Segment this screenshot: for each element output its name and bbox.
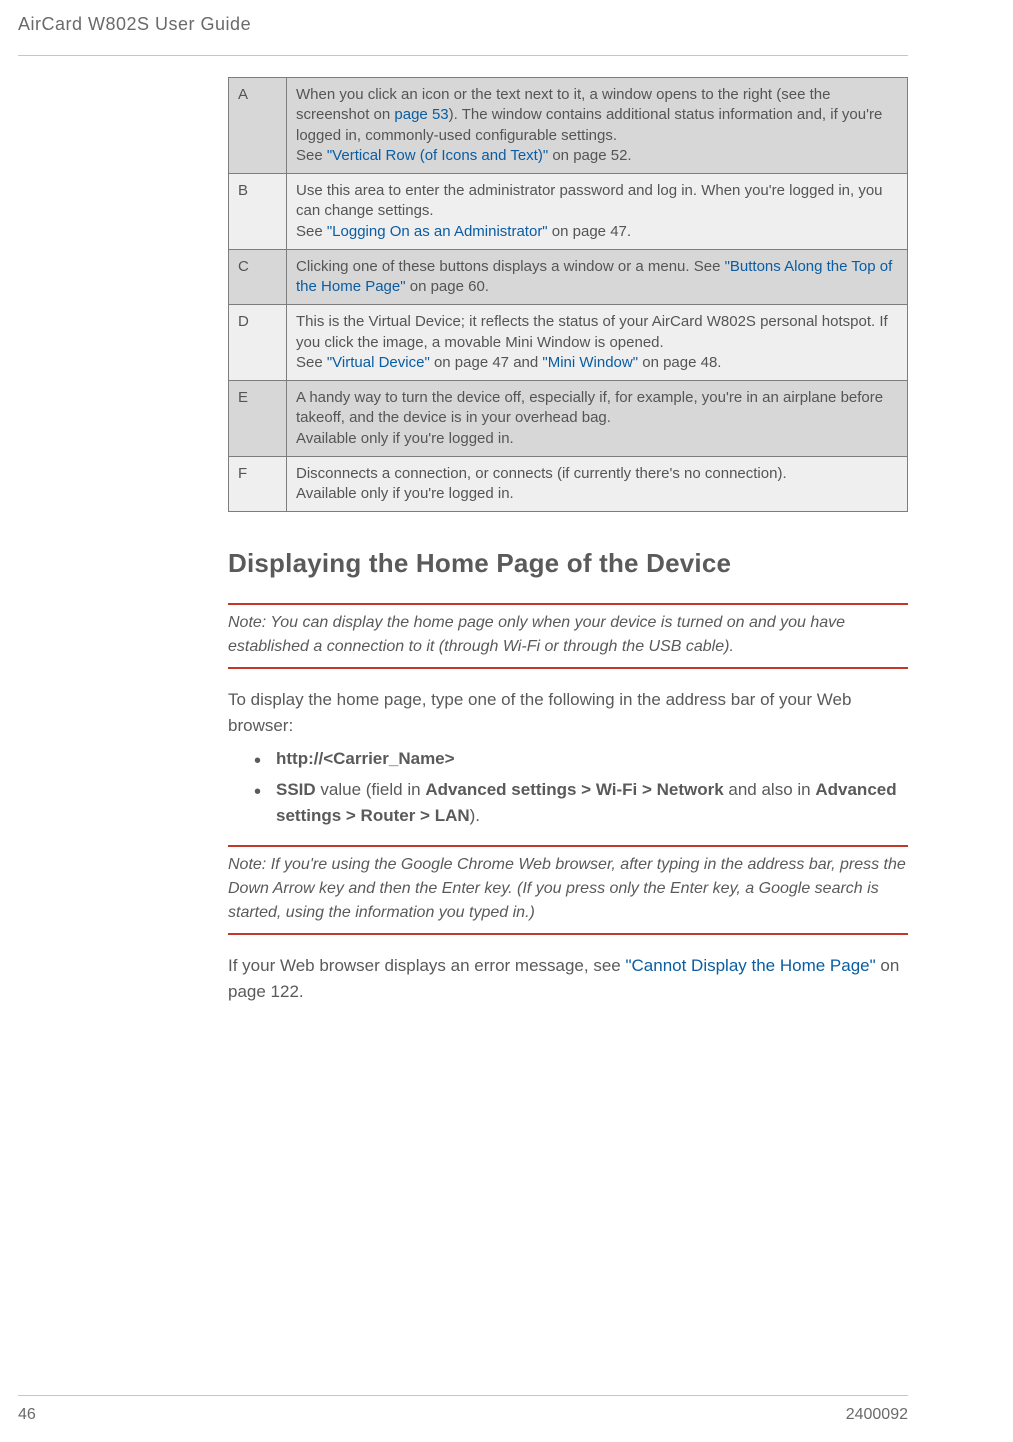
reference-table: AWhen you click an icon or the text next… [228,77,908,512]
table-row: EA handy way to turn the device off, esp… [229,381,908,457]
note-2: Note: If you're using the Google Chrome … [228,853,908,925]
row-description: Disconnects a connection, or connects (i… [287,456,908,512]
note-1: Note: You can display the home page only… [228,611,908,659]
row-letter: C [229,249,287,305]
header-rule [18,55,908,56]
note2-rule-bottom [228,933,908,935]
body-paragraph-1: To display the home page, type one of th… [228,687,908,738]
text: See [296,147,327,164]
row-letter: F [229,456,287,512]
list-item: SSID value (field in Advanced settings >… [254,777,908,830]
link-text[interactable]: "Mini Window" [542,354,638,371]
bold-text: SSID [276,780,316,799]
row-description: A handy way to turn the device off, espe… [287,381,908,457]
page: AirCard W802S User Guide AWhen you click… [0,0,1013,1442]
row-description: Clicking one of these buttons displays a… [287,249,908,305]
text: Disconnects a connection, or connects (i… [296,465,787,482]
text: on page 60. [406,278,489,295]
text: If your Web browser displays an error me… [228,956,625,975]
note-text: You can display the home page only when … [228,614,845,655]
text: Use this area to enter the administrator… [296,182,883,219]
table-row: DThis is the Virtual Device; it reflects… [229,305,908,381]
link-text[interactable]: page 53 [394,106,448,123]
link-text[interactable]: "Vertical Row (of Icons and Text)" [327,147,548,164]
bullet-list: http://<Carrier_Name> SSID value (field i… [228,746,908,829]
text: Clicking one of these buttons displays a… [296,258,725,275]
bold-text: Advanced settings > Wi-Fi > Network [425,780,723,799]
note-text: If you're using the Google Chrome Web br… [228,856,906,921]
note-rule-bottom [228,667,908,669]
table-row: BUse this area to enter the administrato… [229,174,908,250]
text: Available only if you're logged in. [296,485,514,502]
text: See [296,354,327,371]
text: See [296,223,327,240]
text: and also in [724,780,816,799]
row-letter: A [229,78,287,174]
footer-doc-number: 2400092 [846,1406,908,1424]
list-item: http://<Carrier_Name> [254,746,908,772]
footer-page-number: 46 [18,1406,36,1424]
bold-text: http://<Carrier_Name> [276,749,455,768]
note2-rule-top [228,845,908,847]
header-title: AirCard W802S User Guide [18,14,251,35]
note-label: Note: [228,856,271,873]
text: A handy way to turn the device off, espe… [296,389,883,426]
text: on page 48. [638,354,721,371]
row-letter: E [229,381,287,457]
text: on page 47. [548,223,631,240]
link-text[interactable]: "Logging On as an Administrator" [327,223,548,240]
row-description: Use this area to enter the administrator… [287,174,908,250]
text: This is the Virtual Device; it reflects … [296,313,888,350]
link-text[interactable]: "Virtual Device" [327,354,430,371]
content-column: AWhen you click an icon or the text next… [228,77,908,1012]
text: on page 47 and [430,354,543,371]
table-row: C Clicking one of these buttons displays … [229,249,908,305]
table-row: F Disconnects a connection, or connects (… [229,456,908,512]
text: Available only if you're logged in. [296,430,514,447]
table-row: AWhen you click an icon or the text next… [229,78,908,174]
body-paragraph-2: If your Web browser displays an error me… [228,953,908,1004]
note-label: Note: [228,614,270,631]
footer-rule [18,1395,908,1396]
text: ). [470,806,480,825]
link-text[interactable]: "Cannot Display the Home Page" [625,956,875,975]
row-letter: B [229,174,287,250]
text: value (field in [316,780,426,799]
row-description: When you click an icon or the text next … [287,78,908,174]
note-rule-top [228,603,908,605]
text: on page 52. [548,147,631,164]
row-description: This is the Virtual Device; it reflects … [287,305,908,381]
row-letter: D [229,305,287,381]
section-heading: Displaying the Home Page of the Device [228,548,908,579]
